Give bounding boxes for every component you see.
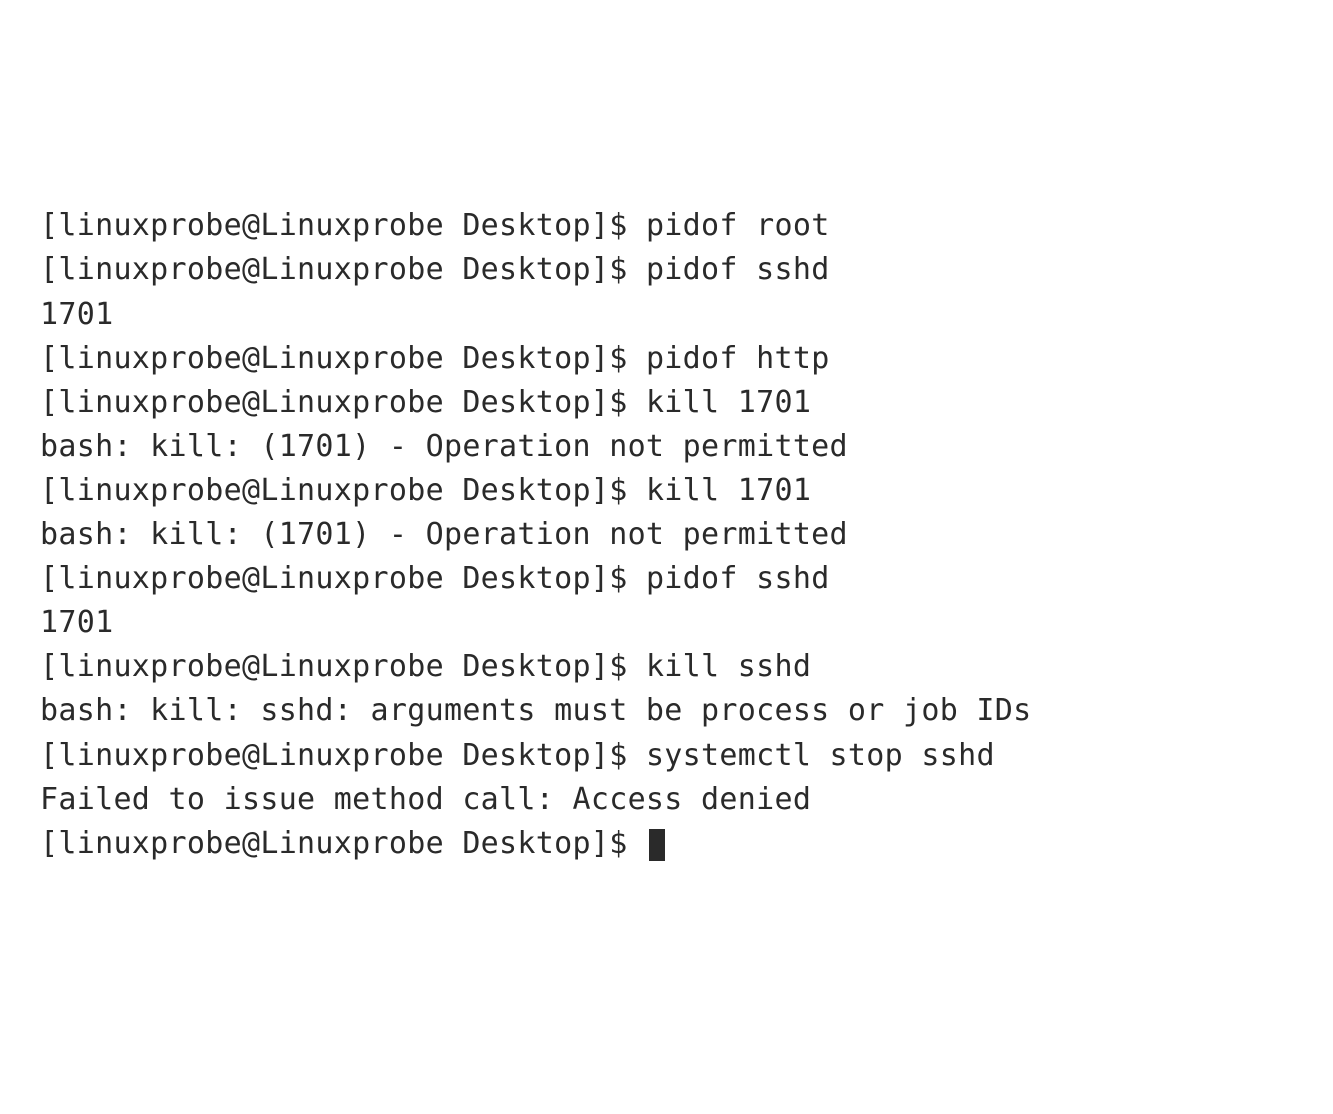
terminal-line: [linuxprobe@Linuxprobe Desktop]$ kill ss…: [40, 645, 1293, 689]
command-text: pidof sshd: [646, 561, 830, 596]
terminal-line: bash: kill: (1701) - Operation not permi…: [40, 425, 1293, 469]
terminal-line: [linuxprobe@Linuxprobe Desktop]$ kill 17…: [40, 381, 1293, 425]
command-text: kill 1701: [646, 473, 811, 508]
terminal-line: [linuxprobe@Linuxprobe Desktop]$ pidof r…: [40, 204, 1293, 248]
terminal-line: [linuxprobe@Linuxprobe Desktop]$ pidof s…: [40, 557, 1293, 601]
shell-prompt: [linuxprobe@Linuxprobe Desktop]$: [40, 826, 646, 861]
command-text: pidof sshd: [646, 252, 830, 287]
terminal-line: bash: kill: sshd: arguments must be proc…: [40, 689, 1293, 733]
shell-prompt: [linuxprobe@Linuxprobe Desktop]$: [40, 649, 646, 684]
terminal-line: [linuxprobe@Linuxprobe Desktop]$ systemc…: [40, 734, 1293, 778]
output-text: bash: kill: sshd: arguments must be proc…: [40, 693, 1032, 728]
shell-prompt: [linuxprobe@Linuxprobe Desktop]$: [40, 473, 646, 508]
command-text: pidof root: [646, 208, 830, 243]
shell-prompt: [linuxprobe@Linuxprobe Desktop]$: [40, 208, 646, 243]
terminal-line: Failed to issue method call: Access deni…: [40, 778, 1293, 822]
command-text: pidof http: [646, 341, 830, 376]
terminal-line: [linuxprobe@Linuxprobe Desktop]$ pidof s…: [40, 248, 1293, 292]
terminal-line: [linuxprobe@Linuxprobe Desktop]$ pidof h…: [40, 337, 1293, 381]
cursor-icon: [649, 829, 666, 861]
terminal-line: 1701: [40, 293, 1293, 337]
command-text: kill sshd: [646, 649, 811, 684]
terminal-line: bash: kill: (1701) - Operation not permi…: [40, 513, 1293, 557]
output-text: Failed to issue method call: Access deni…: [40, 782, 811, 817]
shell-prompt: [linuxprobe@Linuxprobe Desktop]$: [40, 385, 646, 420]
shell-prompt: [linuxprobe@Linuxprobe Desktop]$: [40, 341, 646, 376]
terminal-line: 1701: [40, 601, 1293, 645]
output-text: bash: kill: (1701) - Operation not permi…: [40, 517, 848, 552]
output-text: 1701: [40, 297, 113, 332]
output-text: bash: kill: (1701) - Operation not permi…: [40, 429, 848, 464]
command-text: systemctl stop sshd: [646, 738, 995, 773]
shell-prompt: [linuxprobe@Linuxprobe Desktop]$: [40, 252, 646, 287]
terminal-output[interactable]: [linuxprobe@Linuxprobe Desktop]$ pidof r…: [40, 204, 1293, 865]
terminal-line: [linuxprobe@Linuxprobe Desktop]$: [40, 822, 1293, 866]
output-text: 1701: [40, 605, 113, 640]
terminal-line: [linuxprobe@Linuxprobe Desktop]$ kill 17…: [40, 469, 1293, 513]
command-text: kill 1701: [646, 385, 811, 420]
shell-prompt: [linuxprobe@Linuxprobe Desktop]$: [40, 738, 646, 773]
shell-prompt: [linuxprobe@Linuxprobe Desktop]$: [40, 561, 646, 596]
